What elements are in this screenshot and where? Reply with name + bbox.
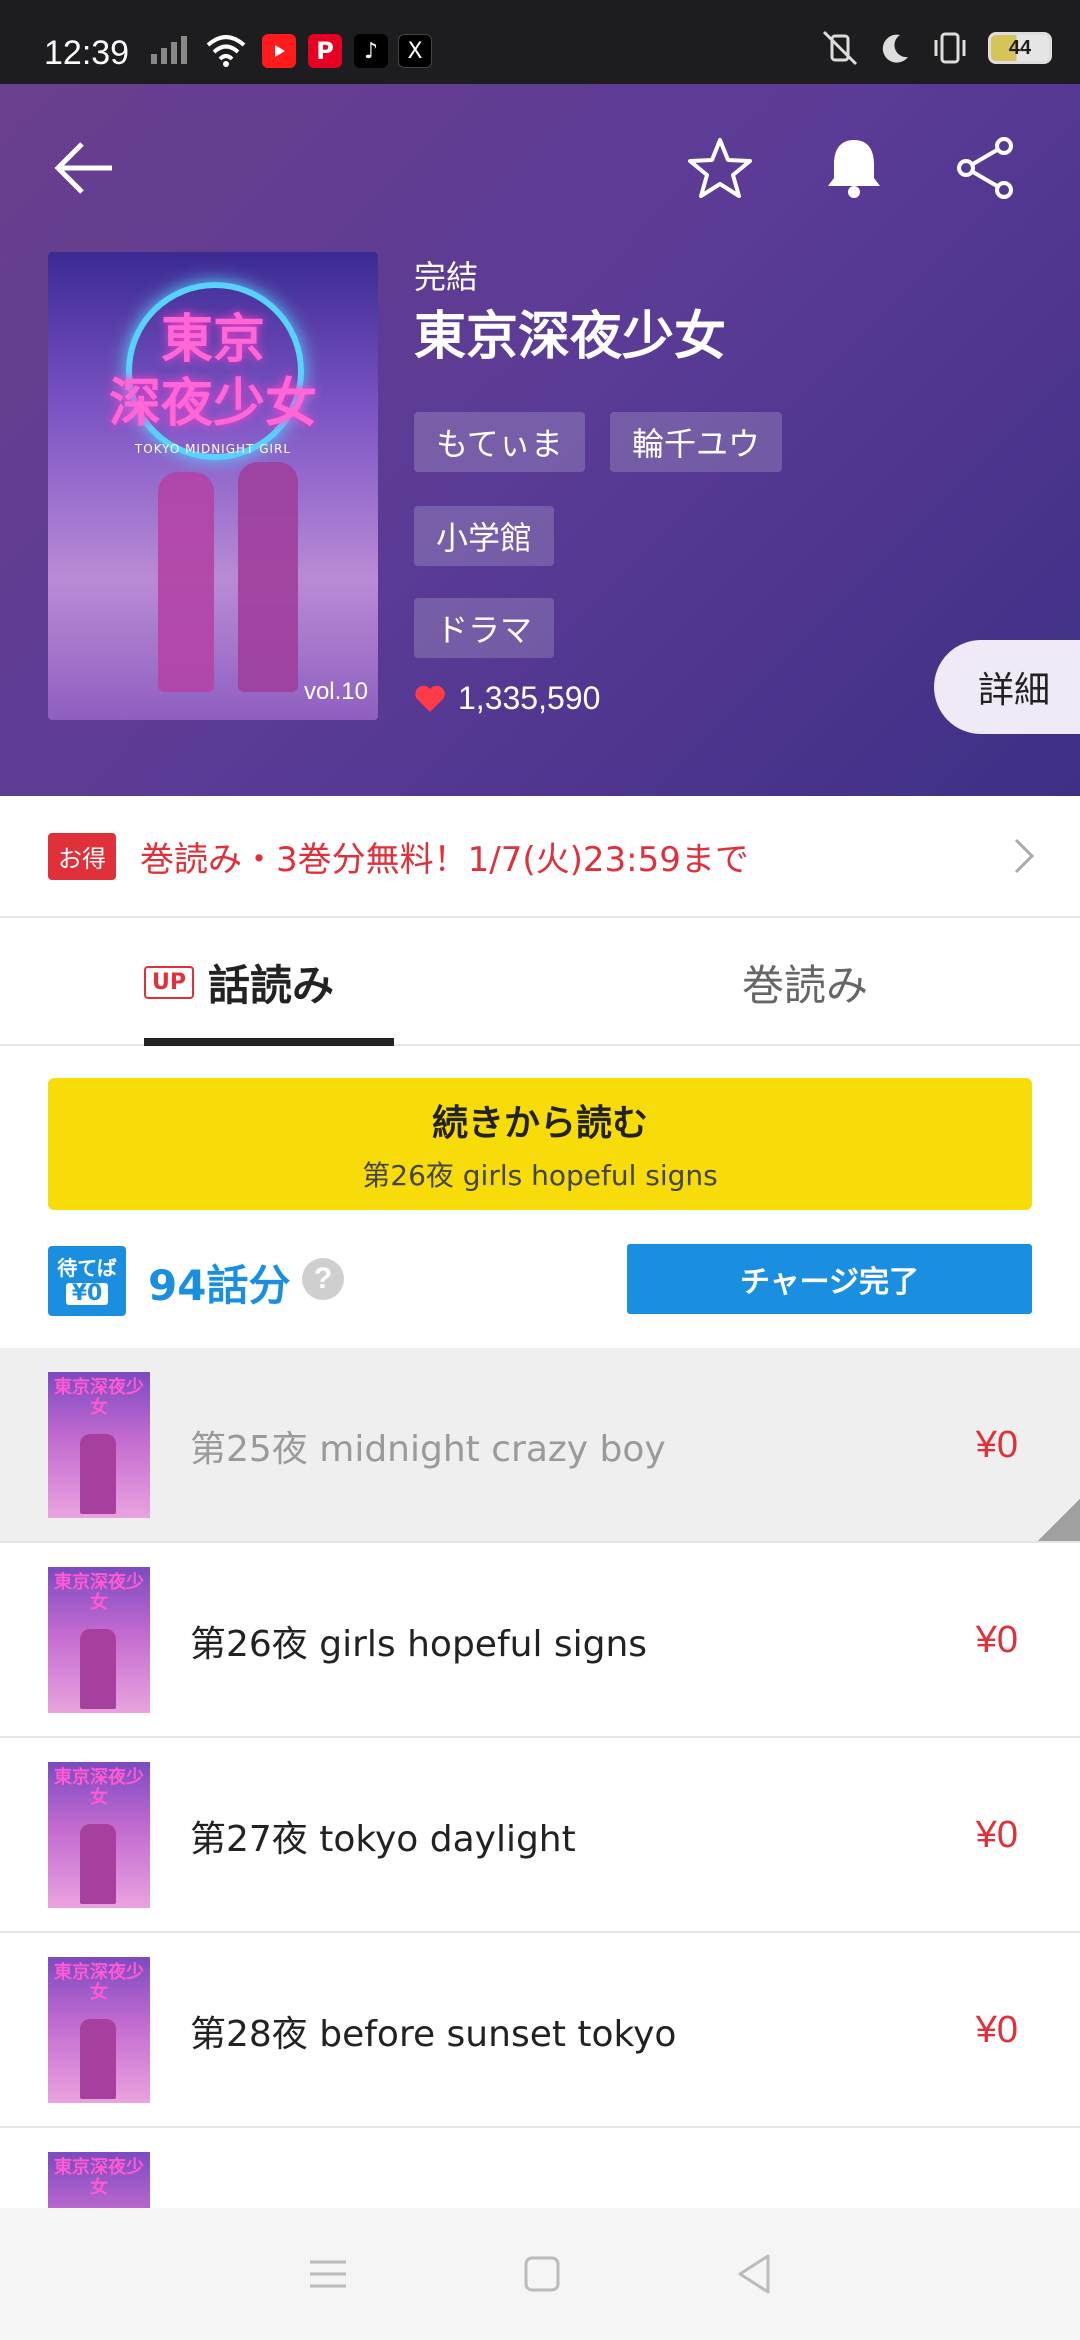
wait-free-count: 94話分 [148, 1261, 291, 1310]
episode-thumbnail: 東京深夜少女 [48, 1372, 150, 1518]
wifi-icon [204, 34, 248, 68]
reading-tabs: UP 話読み 巻読み [0, 918, 1080, 1046]
x-icon: X [398, 34, 432, 68]
thumbnail-figure [80, 1629, 116, 1709]
episode-title: 第28夜 before sunset tokyo [190, 2013, 677, 2055]
cover-image: 東京 深夜少女 TOKYO MIDNIGHT GIRL vol.10 [48, 252, 378, 720]
back-button[interactable] [44, 128, 124, 208]
comic-title: 東京深夜少女 [414, 307, 727, 367]
do-not-disturb-moon-icon [882, 34, 908, 63]
help-icon[interactable]: ? [302, 1258, 344, 1300]
back-nav-icon[interactable] [734, 2252, 774, 2296]
thumbnail-figure [80, 1824, 116, 1904]
deal-badge: お得 [48, 832, 116, 880]
episode-thumbnail: 東京深夜少女 [48, 1957, 150, 2103]
notification-button[interactable] [814, 128, 894, 208]
cover-subtitle: TOKYO MIDNIGHT GIRL [134, 442, 292, 456]
cover-title-line1: 東京 [160, 310, 265, 370]
cover-title-line2: 深夜少女 [108, 374, 317, 434]
wait-free-badge-price: ¥0 [65, 1283, 109, 1305]
list-item[interactable]: 東京深夜少女 第26夜 girls hopeful signs ¥0 [0, 1543, 1080, 1738]
thumbnail-figure [80, 1434, 116, 1514]
genre-tag[interactable]: ドラマ [414, 598, 555, 658]
read-corner-fold-icon [1038, 1499, 1080, 1541]
list-item[interactable]: 東京深夜少女 第28夜 before sunset tokyo ¥0 [0, 1933, 1080, 2128]
thumbnail-title: 東京深夜少女 [54, 1377, 144, 1418]
promo-banner[interactable]: お得 巻読み・3巻分無料！1/7(火)23:59まで [0, 796, 1080, 918]
tiktok-icon: ♪ [354, 34, 388, 68]
completion-status: 完結 [414, 258, 479, 296]
cover-volume: vol.10 [303, 678, 368, 705]
share-icon [957, 137, 1013, 199]
promo-text: 巻読み・3巻分無料！1/7(火)23:59まで [140, 839, 749, 880]
thumbnail-title: 東京深夜少女 [54, 1767, 144, 1808]
episode-thumbnail: 東京深夜少女 [48, 1567, 150, 1713]
cover-title: 東京 深夜少女 [48, 308, 378, 436]
wait-free-row: 待てば ¥0 94話分 ? チャージ完了 [48, 1244, 1032, 1316]
share-button[interactable] [946, 128, 1026, 208]
episode-list: 東京深夜少女 第25夜 midnight crazy boy ¥0 東京深夜少女… [0, 1348, 1080, 2323]
tab-episode-read[interactable]: UP 話読み [144, 918, 334, 1046]
publisher-tag[interactable]: 小学館 [414, 506, 555, 566]
status-time: 12:39 [44, 34, 130, 72]
episode-title: 第25夜 midnight crazy boy [190, 1428, 666, 1470]
likes-count: 1,335,590 [414, 680, 600, 717]
cover-figure-right [238, 462, 298, 692]
home-icon[interactable] [522, 2254, 562, 2294]
battery-icon: 44 [988, 32, 1052, 64]
thumbnail-figure [80, 2019, 116, 2099]
charge-complete-button[interactable]: チャージ完了 [627, 1244, 1032, 1314]
heart-icon [415, 685, 445, 712]
tab-episode-label: 話読み [208, 960, 335, 1010]
episode-title: 第26夜 girls hopeful signs [190, 1623, 648, 1665]
list-item[interactable]: 東京深夜少女 第27夜 tokyo daylight ¥0 [0, 1738, 1080, 1933]
list-item[interactable]: 東京深夜少女 第25夜 midnight crazy boy ¥0 [0, 1348, 1080, 1543]
author-tag[interactable]: もてぃま [414, 412, 585, 472]
up-badge: UP [144, 965, 194, 999]
system-navigation-bar [0, 2208, 1080, 2340]
episode-price: ¥0 [975, 1424, 1018, 1466]
wait-free-badge: 待てば ¥0 [48, 1246, 126, 1316]
recent-apps-icon[interactable] [306, 2254, 350, 2294]
continue-episode: 第26夜 girls hopeful signs [362, 1159, 718, 1192]
favorite-button[interactable] [680, 128, 760, 208]
tab-volume-read[interactable]: 巻読み [742, 918, 868, 1046]
thumbnail-title: 東京深夜少女 [54, 1962, 144, 2003]
episode-title: 第27夜 tokyo daylight [190, 1818, 576, 1860]
episode-price: ¥0 [975, 2009, 1018, 2051]
wait-free-badge-top: 待てば [57, 1256, 117, 1280]
likes-value: 1,335,590 [458, 680, 601, 716]
continue-reading-button[interactable]: 続きから読む 第26夜 girls hopeful signs [48, 1078, 1032, 1210]
vibrate-icon [934, 32, 966, 64]
comic-header: 東京 深夜少女 TOKYO MIDNIGHT GIRL vol.10 完結 東京… [0, 84, 1080, 796]
mute-vibrate-icon [822, 30, 858, 66]
status-right: 44 [820, 30, 1052, 66]
thumbnail-title: 東京深夜少女 [54, 2157, 144, 2198]
arrow-left-icon [54, 142, 112, 194]
cover-figure-left [158, 472, 214, 692]
star-icon [688, 138, 752, 198]
youtube-icon [262, 34, 296, 68]
tab-volume-label: 巻読み [742, 960, 869, 1010]
chevron-right-icon [1014, 838, 1035, 874]
author-tag[interactable]: 輪千ユウ [610, 412, 783, 472]
status-bar: 12:39 P ♪ X 44 [0, 0, 1080, 84]
details-button[interactable]: 詳細 [934, 640, 1080, 734]
episode-price: ¥0 [975, 1619, 1018, 1661]
bell-icon [828, 140, 880, 198]
episode-thumbnail: 東京深夜少女 [48, 1762, 150, 1908]
continue-label: 続きから読む [431, 1103, 648, 1144]
thumbnail-title: 東京深夜少女 [54, 1572, 144, 1613]
active-tab-indicator [144, 1038, 394, 1046]
signal-icon [146, 34, 192, 68]
episode-price: ¥0 [975, 1814, 1018, 1856]
pinterest-icon: P [308, 34, 342, 68]
